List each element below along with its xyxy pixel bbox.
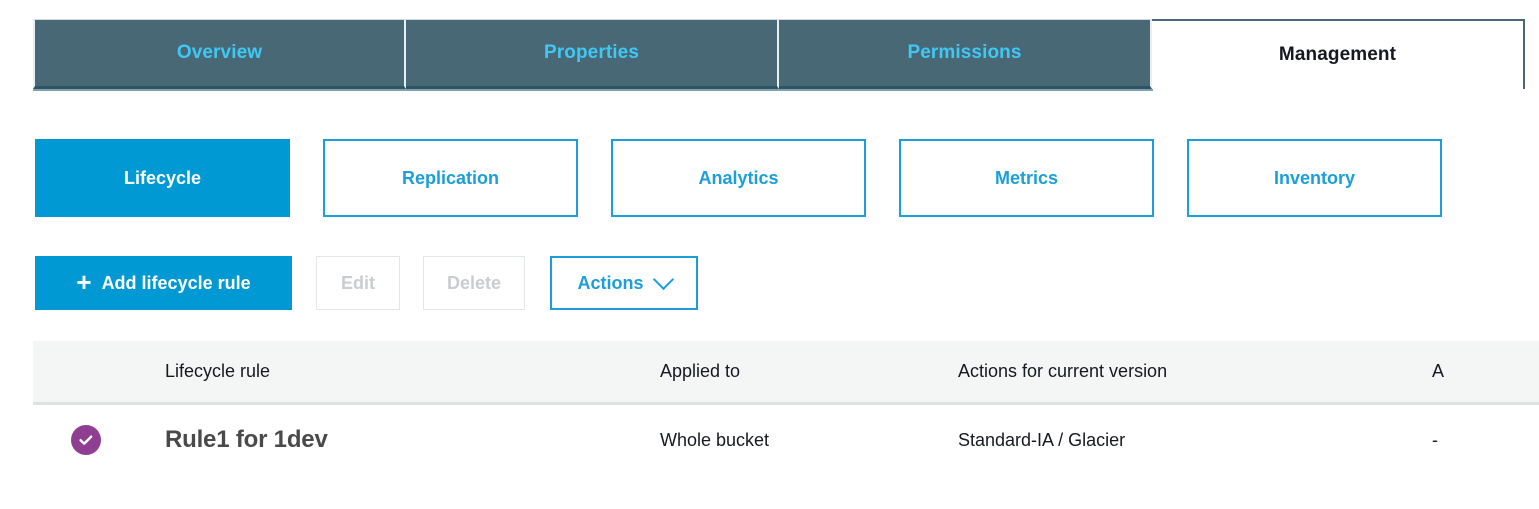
management-subtab-group: Lifecycle Replication Analytics Metrics … — [35, 139, 1442, 217]
subtab-replication[interactable]: Replication — [323, 139, 578, 217]
delete-button-label: Delete — [446, 272, 502, 293]
column-header-actions-previous-version: A — [1432, 361, 1445, 381]
subtab-replication-label: Replication — [401, 167, 499, 188]
subtab-lifecycle-label: Lifecycle — [123, 167, 202, 188]
actions-button-label: Actions — [577, 272, 644, 293]
tab-permissions-label: Permissions — [907, 42, 1022, 63]
tab-properties-label: Properties — [544, 42, 639, 63]
row-rule-name: Rule1 for 1dev — [165, 426, 328, 453]
tab-overview[interactable]: Overview — [33, 19, 406, 89]
row-status-cell — [33, 425, 165, 455]
tab-management-label: Management — [1278, 44, 1397, 65]
edit-button-label: Edit — [341, 272, 375, 293]
lifecycle-toolbar: + Add lifecycle rule Edit Delete Actions — [35, 256, 698, 310]
subtab-analytics[interactable]: Analytics — [611, 139, 866, 217]
tab-permissions[interactable]: Permissions — [779, 19, 1152, 89]
column-header-lifecycle-rule: Lifecycle rule — [165, 361, 271, 381]
delete-button: Delete — [423, 256, 525, 310]
tab-management[interactable]: Management — [1152, 19, 1525, 89]
subtab-lifecycle[interactable]: Lifecycle — [35, 139, 290, 217]
subtab-inventory[interactable]: Inventory — [1187, 139, 1442, 217]
table-body: Rule1 for 1dev Whole bucket Standard-IA … — [33, 405, 1539, 475]
row-actions-current-version: Standard-IA / Glacier — [958, 429, 1126, 450]
lifecycle-rules-table: Lifecycle rule Applied to Actions for cu… — [33, 341, 1539, 475]
edit-button: Edit — [316, 256, 400, 310]
row-applied-to: Whole bucket — [660, 429, 770, 450]
console-tab-bar: Overview Properties Permissions Manageme… — [33, 19, 1527, 89]
column-header-applied-to: Applied to — [660, 361, 741, 381]
column-header-actions-current-version: Actions for current version — [958, 361, 1168, 381]
row-actions-previous-version: - — [1432, 429, 1438, 450]
subtab-metrics-label: Metrics — [994, 167, 1059, 188]
subtab-metrics[interactable]: Metrics — [899, 139, 1154, 217]
table-row[interactable]: Rule1 for 1dev Whole bucket Standard-IA … — [33, 405, 1539, 475]
tab-properties[interactable]: Properties — [406, 19, 779, 89]
add-lifecycle-rule-label: Add lifecycle rule — [101, 272, 251, 293]
chevron-down-icon — [652, 268, 674, 290]
check-circle-icon — [71, 425, 101, 455]
actions-dropdown-button[interactable]: Actions — [550, 256, 698, 310]
tab-overview-label: Overview — [176, 42, 263, 63]
tab-bar-underline — [33, 89, 1153, 91]
add-lifecycle-rule-button[interactable]: + Add lifecycle rule — [35, 256, 292, 310]
subtab-analytics-label: Analytics — [698, 167, 779, 188]
table-header-row: Lifecycle rule Applied to Actions for cu… — [33, 341, 1539, 405]
subtab-inventory-label: Inventory — [1273, 167, 1356, 188]
